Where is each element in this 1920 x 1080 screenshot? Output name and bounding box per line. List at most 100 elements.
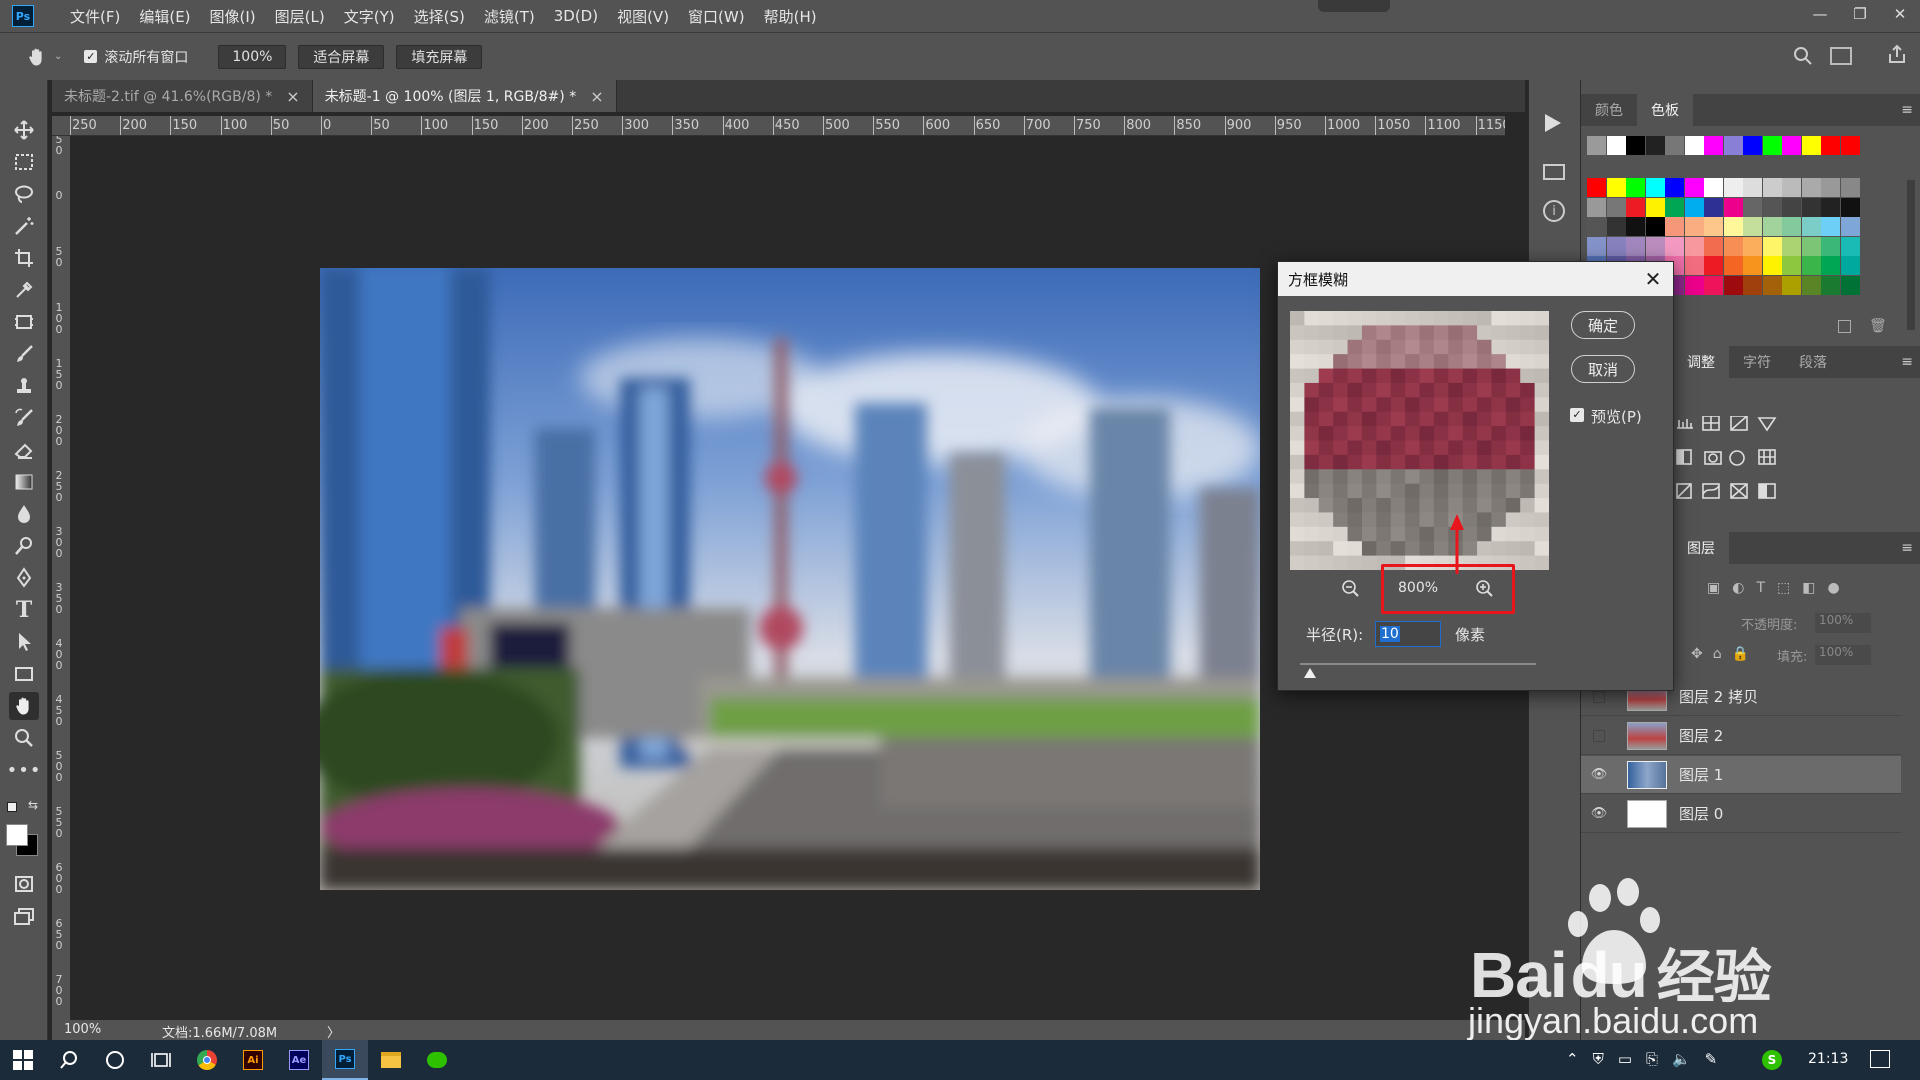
layer-filter-icons[interactable]: ▣◐T⬚◧●	[1707, 580, 1852, 596]
menu-type[interactable]: 文字(Y)	[344, 6, 395, 27]
color-swatch[interactable]	[1743, 197, 1762, 217]
color-swatch[interactable]	[1762, 256, 1782, 275]
color-swatch[interactable]	[1723, 236, 1743, 256]
stamp-tool-icon[interactable]	[9, 372, 39, 400]
scroll-all-checkbox[interactable]: ✓	[84, 50, 98, 63]
move-tool-icon[interactable]	[9, 116, 39, 144]
menu-view[interactable]: 视图(V)	[617, 6, 669, 27]
tab-untitled-2[interactable]: 未标题-2.tif @ 41.6%(RGB/8) * ×	[52, 80, 313, 112]
wechat-icon[interactable]	[414, 1040, 460, 1080]
eye-icon[interactable]: 👁	[1581, 806, 1617, 821]
color-swatch[interactable]	[1821, 217, 1840, 236]
tab-color[interactable]: 颜色	[1581, 94, 1637, 126]
blur-tool-icon[interactable]	[9, 500, 39, 528]
type-tool-icon[interactable]: T	[9, 596, 39, 624]
swap-colors-icon[interactable]: ⇆	[28, 798, 38, 812]
fill-field[interactable]: 100%	[1815, 645, 1871, 665]
menu-select[interactable]: 选择(S)	[414, 6, 465, 27]
color-swatch[interactable]	[1821, 178, 1840, 197]
color-swatch[interactable]	[1626, 178, 1645, 197]
menu-3d[interactable]: 3D(D)	[554, 7, 598, 25]
status-zoom[interactable]: 100%	[64, 1022, 101, 1037]
close-icon[interactable]: ×	[286, 87, 299, 106]
tab-character[interactable]: 字符	[1729, 346, 1785, 378]
color-swatch[interactable]	[1762, 217, 1782, 236]
color-swatch[interactable]	[1840, 217, 1860, 236]
workspace-icon[interactable]	[1830, 47, 1852, 65]
tab-swatches[interactable]: 色板	[1637, 94, 1693, 126]
play-icon[interactable]	[1545, 114, 1561, 132]
layer-name[interactable]: 图层 1	[1679, 764, 1723, 785]
color-swatch[interactable]	[1587, 217, 1606, 236]
ime-icon[interactable]: S	[1762, 1050, 1782, 1070]
color-swatch[interactable]	[1626, 236, 1645, 256]
lock-icons[interactable]: ✥⌂🔒	[1691, 646, 1759, 662]
chevron-down-icon[interactable]: ⌄	[54, 51, 62, 62]
tab-paragraph[interactable]: 段落	[1785, 346, 1841, 378]
brush-tool-icon[interactable]	[9, 340, 39, 368]
default-colors-icon[interactable]	[7, 802, 17, 812]
color-swatch[interactable]	[1801, 275, 1821, 295]
panel-menu-icon[interactable]: ≡	[1901, 354, 1913, 370]
color-swatch[interactable]	[1704, 275, 1723, 295]
windows-start-icon[interactable]	[0, 1040, 46, 1080]
photoshop-taskbar-icon[interactable]: Ps	[322, 1040, 368, 1080]
color-swatch[interactable]	[1665, 236, 1684, 256]
gradient-tool-icon[interactable]	[9, 468, 39, 496]
status-menu-arrow[interactable]: 〉	[327, 1022, 340, 1041]
delete-swatch-icon[interactable]: 🗑	[1869, 318, 1887, 334]
color-swatch[interactable]	[1665, 178, 1684, 197]
color-swatch[interactable]	[1743, 217, 1762, 236]
color-swatch[interactable]	[1665, 136, 1684, 155]
menu-window[interactable]: 窗口(W)	[688, 6, 745, 27]
marquee-tool-icon[interactable]	[9, 148, 39, 176]
color-swatch[interactable]	[1704, 178, 1723, 197]
layer-row-selected[interactable]: 👁 图层 1	[1581, 756, 1901, 794]
foreground-color-swatch[interactable]	[6, 824, 28, 846]
file-explorer-icon[interactable]	[368, 1040, 414, 1080]
menu-help[interactable]: 帮助(H)	[764, 6, 817, 27]
color-swatch[interactable]	[1782, 236, 1801, 256]
color-swatch[interactable]	[1684, 275, 1704, 295]
hand-tool-icon[interactable]	[9, 692, 39, 720]
fit-screen-button[interactable]: 适合屏幕	[298, 44, 385, 69]
eye-icon[interactable]: 👁	[1581, 767, 1617, 782]
layer-name[interactable]: 图层 2 拷贝	[1679, 686, 1758, 707]
hand-tool-preset-icon[interactable]	[26, 46, 48, 68]
color-swatch[interactable]	[1840, 256, 1860, 275]
minimize-icon[interactable]: —	[1800, 0, 1840, 28]
cancel-button[interactable]: 取消	[1571, 355, 1635, 383]
color-swatch[interactable]	[1606, 236, 1626, 256]
path-selection-icon[interactable]	[9, 628, 39, 656]
tab-adjustments[interactable]: 调整	[1673, 346, 1729, 378]
restore-icon[interactable]: ❐	[1840, 0, 1880, 28]
history-panel-icon[interactable]	[1543, 164, 1565, 180]
color-swatch[interactable]	[1587, 197, 1606, 217]
color-swatch[interactable]	[1645, 178, 1665, 197]
menu-file[interactable]: 文件(F)	[70, 6, 120, 27]
color-swatch[interactable]	[1762, 197, 1782, 217]
color-swatch[interactable]	[1626, 136, 1645, 155]
swatch-scrollbar[interactable]	[1907, 180, 1915, 330]
tab-untitled-1[interactable]: 未标题-1 @ 100% (图层 1, RGB/8#) * ×	[312, 80, 617, 112]
zoom-out-icon[interactable]	[1340, 578, 1362, 600]
color-swatch[interactable]	[1840, 136, 1860, 155]
color-swatch[interactable]	[1704, 217, 1723, 236]
info-icon[interactable]: i	[1543, 200, 1565, 222]
color-swatch[interactable]	[1645, 197, 1665, 217]
eraser-tool-icon[interactable]	[9, 436, 39, 464]
color-swatch[interactable]	[1801, 217, 1821, 236]
color-swatch[interactable]	[1704, 197, 1723, 217]
color-swatch[interactable]	[1762, 236, 1782, 256]
color-swatch[interactable]	[1840, 236, 1860, 256]
color-swatch[interactable]	[1743, 178, 1762, 197]
menu-layer[interactable]: 图层(L)	[275, 6, 325, 27]
new-swatch-icon[interactable]	[1838, 320, 1851, 333]
layer-row[interactable]: 图层 2	[1581, 717, 1901, 755]
color-swatch[interactable]	[1801, 136, 1821, 155]
document-image[interactable]	[320, 268, 1260, 890]
radius-slider-track[interactable]	[1300, 663, 1536, 665]
menu-edit[interactable]: 编辑(E)	[139, 6, 190, 27]
color-swatch[interactable]	[1743, 275, 1762, 295]
color-swatch[interactable]	[1684, 256, 1704, 275]
